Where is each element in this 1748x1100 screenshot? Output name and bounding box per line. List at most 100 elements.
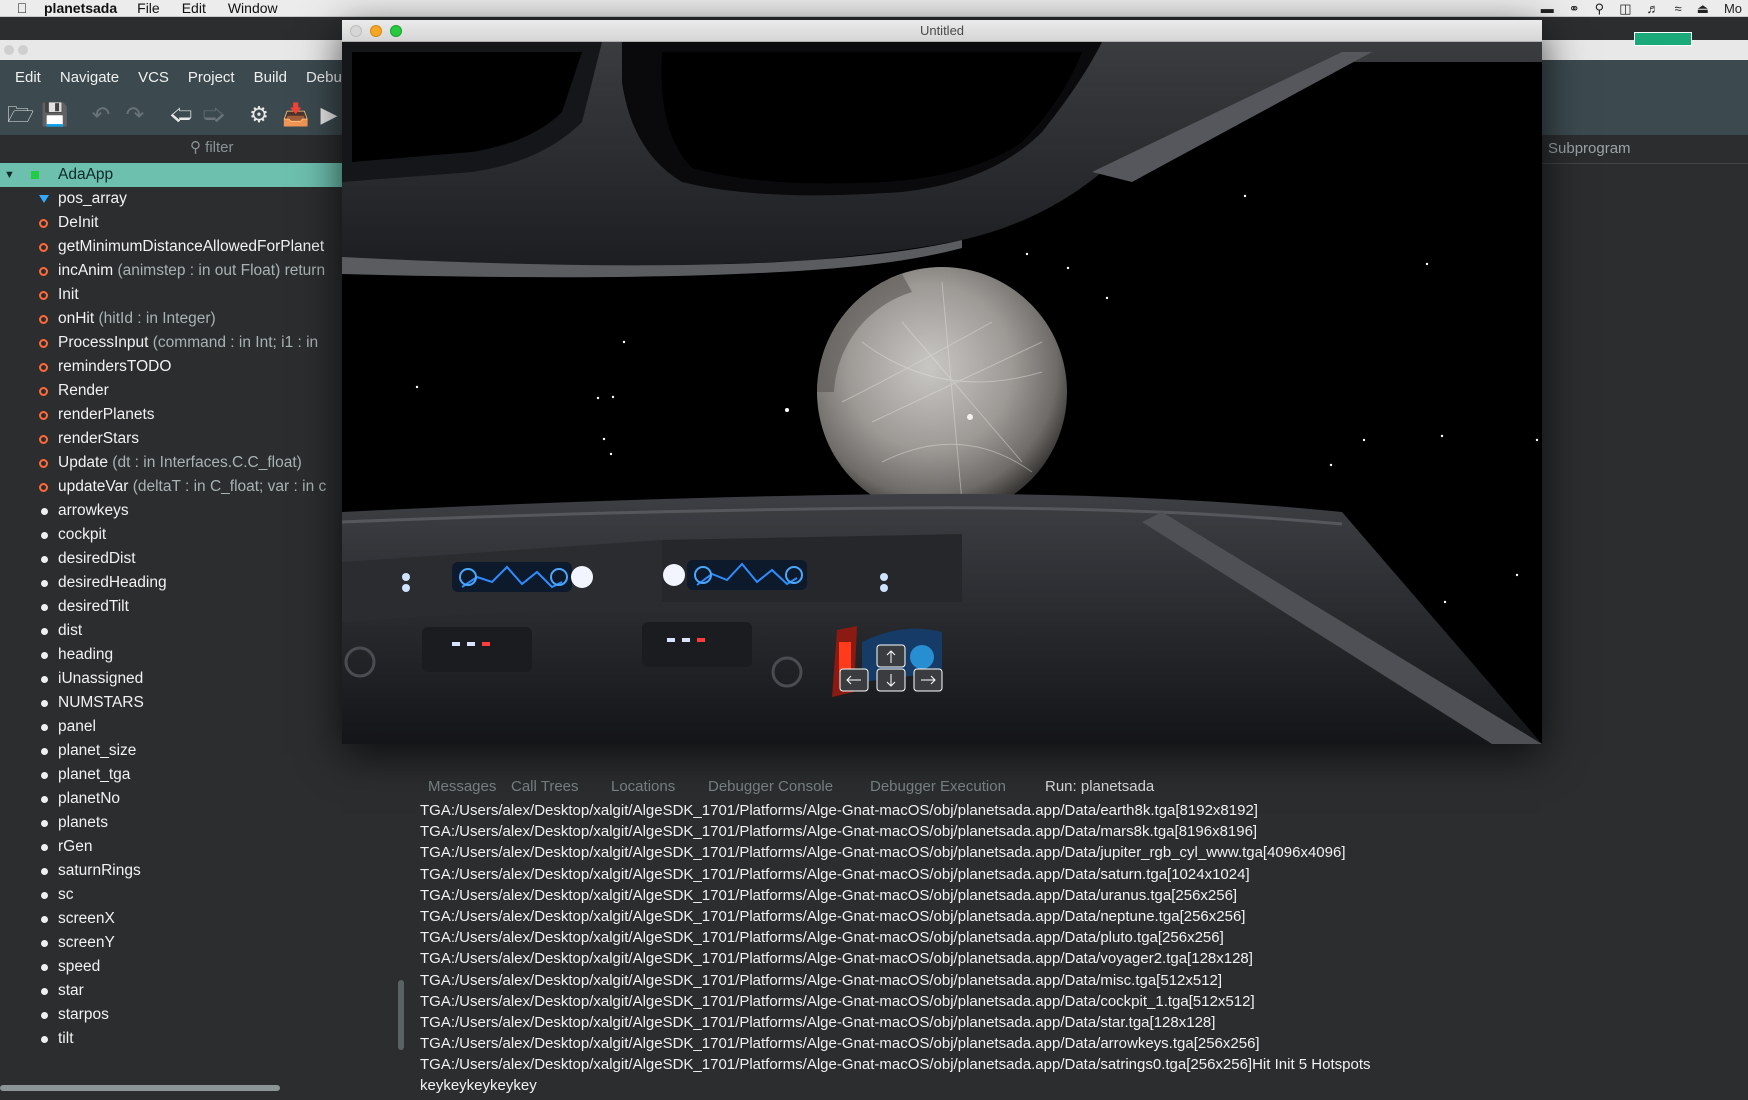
moon xyxy=(817,267,1067,517)
subprogram-icon xyxy=(39,362,48,372)
ide-menu-build[interactable]: Build xyxy=(254,69,287,86)
subprogram-icon xyxy=(39,410,48,420)
tab-messages[interactable]: Messages xyxy=(428,778,496,795)
ide-close-button[interactable] xyxy=(4,45,14,55)
microphone-icon[interactable]: ⚲ xyxy=(1595,1,1605,17)
tab-call-trees[interactable]: Call Trees xyxy=(511,778,579,795)
outline-item[interactable]: starpos xyxy=(0,1003,404,1027)
outline-item-name: Init xyxy=(58,286,79,303)
outline-item[interactable]: rGen xyxy=(0,835,404,859)
subprogram-icon xyxy=(39,338,48,348)
ide-menu-project[interactable]: Project xyxy=(188,69,235,86)
outline-item-label: rGen xyxy=(58,838,92,856)
outline-item-name: getMinimumDistanceAllowedForPlanet xyxy=(58,238,325,255)
undo-icon[interactable]: ↶ xyxy=(88,102,114,128)
redo-icon[interactable]: ↷ xyxy=(122,102,148,128)
outline-item-name: speed xyxy=(58,958,101,975)
variable-icon xyxy=(41,507,48,515)
console-line: TGA:/Users/alex/Desktop/xalgit/AlgeSDK_1… xyxy=(420,886,1238,904)
outline-item-label: iUnassigned xyxy=(58,670,143,688)
subprogram-icon xyxy=(39,218,48,228)
variable-icon xyxy=(41,627,48,635)
save-icon[interactable]: 💾 xyxy=(41,102,68,128)
subprogram-icon xyxy=(39,386,48,396)
outline-item-name: renderPlanets xyxy=(58,406,155,423)
outline-item-label: NUMSTARS xyxy=(58,694,144,712)
menu-edit[interactable]: Edit xyxy=(182,0,206,16)
console-line: TGA:/Users/alex/Desktop/xalgit/AlgeSDK_1… xyxy=(420,802,1258,819)
outline-item-name: incAnim xyxy=(58,262,114,279)
ide-menu-debug[interactable]: Debu xyxy=(306,69,342,86)
ide-menu-navigate[interactable]: Navigate xyxy=(60,69,119,86)
outline-item-name: planetNo xyxy=(58,790,121,807)
outline-item[interactable]: planet_tga xyxy=(0,763,404,787)
outline-item-label: star xyxy=(58,982,84,1000)
ide-toolbar-badge xyxy=(1634,32,1692,46)
back-arrow-icon[interactable]: 🢠 xyxy=(168,102,194,128)
game-zoom-button[interactable] xyxy=(390,25,402,37)
outline-item[interactable]: screenX xyxy=(0,907,404,931)
ide-minimize-button[interactable] xyxy=(18,45,28,55)
outline-item-label: planet_tga xyxy=(58,766,130,784)
tab-run-planetsada[interactable]: Run: planetsada xyxy=(1045,778,1154,795)
expand-triangle-icon[interactable]: ▼ xyxy=(4,169,15,181)
run-console[interactable]: TGA:/Users/alex/Desktop/xalgit/AlgeSDK_1… xyxy=(410,800,1748,1100)
outline-item-label: onHit (hitId : in Integer) xyxy=(58,310,216,328)
variable-icon xyxy=(41,579,48,587)
filter-input[interactable]: ⚲ filter xyxy=(186,138,342,160)
install-icon[interactable]: 📥 xyxy=(282,102,309,128)
tab-locations[interactable]: Locations xyxy=(611,778,675,795)
game-viewport[interactable] xyxy=(342,42,1542,744)
console-line: TGA:/Users/alex/Desktop/xalgit/AlgeSDK_1… xyxy=(420,1035,1260,1053)
console-line: keykeykeykeykey xyxy=(420,1077,537,1095)
variable-icon xyxy=(41,819,48,827)
console-line: TGA:/Users/alex/Desktop/xalgit/AlgeSDK_1… xyxy=(420,1013,1216,1031)
outline-item[interactable]: star xyxy=(0,979,404,1003)
outline-item[interactable]: speed xyxy=(0,955,404,979)
subprogram-icon xyxy=(39,266,48,276)
app-menu[interactable]: planetsada xyxy=(44,0,117,16)
game-titlebar[interactable]: Untitled xyxy=(342,20,1542,42)
outline-item[interactable]: screenY xyxy=(0,931,404,955)
outline-item[interactable]: sc xyxy=(0,883,404,907)
menu-file[interactable]: File xyxy=(137,0,160,16)
outline-item-name: desiredHeading xyxy=(58,574,167,591)
menu-window[interactable]: Window xyxy=(228,0,278,16)
game-window-title: Untitled xyxy=(919,23,965,38)
open-folder-icon[interactable]: 🗁 xyxy=(7,102,34,128)
outline-root-label: AdaApp xyxy=(58,166,114,183)
variable-icon xyxy=(41,795,48,803)
build-gear-icon[interactable]: ⚙ xyxy=(246,102,272,128)
tab-debugger-console[interactable]: Debugger Console xyxy=(708,778,833,795)
wifi-icon[interactable]: ≈ xyxy=(1675,1,1682,16)
outline-horizontal-scrollbar[interactable] xyxy=(0,1085,280,1091)
run-icon[interactable]: ▶ xyxy=(316,102,342,128)
clock[interactable]: Mo xyxy=(1724,1,1742,16)
creative-cloud-icon[interactable]: ⚭ xyxy=(1569,1,1580,17)
variable-icon xyxy=(41,675,48,683)
forward-arrow-icon[interactable]: 🢡 xyxy=(201,102,227,128)
apple-menu-icon[interactable]:  xyxy=(0,0,44,16)
subprogram-header-label: Subprogram xyxy=(1548,140,1631,157)
search-icon: ⚲ xyxy=(190,139,201,156)
display-mirroring-icon[interactable]: ◫ xyxy=(1619,1,1631,17)
tab-debugger-execution[interactable]: Debugger Execution xyxy=(870,778,1006,795)
console-line: TGA:/Users/alex/Desktop/xalgit/AlgeSDK_1… xyxy=(420,971,1223,989)
subprogram-column-header[interactable]: Subprogram xyxy=(1540,134,1748,164)
outline-item-label: screenX xyxy=(58,910,115,928)
eject-icon[interactable]: ⏏ xyxy=(1697,1,1709,17)
outline-item[interactable]: saturnRings xyxy=(0,859,404,883)
volume-icon[interactable]: ♬ xyxy=(1647,1,1660,16)
outline-item[interactable]: planets xyxy=(0,811,404,835)
outline-item-label: remindersTODO xyxy=(58,358,171,376)
outline-item[interactable]: planetNo xyxy=(0,787,404,811)
battery-icon[interactable]: ▬ xyxy=(1541,1,1554,16)
game-minimize-button[interactable] xyxy=(370,25,382,37)
panel-vertical-scrollbar[interactable] xyxy=(398,980,404,1050)
ide-menu-edit[interactable]: Edit xyxy=(15,69,41,86)
ide-menu-vcs[interactable]: VCS xyxy=(138,69,169,86)
outline-item-name: Update xyxy=(58,454,108,471)
console-line: TGA:/Users/alex/Desktop/xalgit/AlgeSDK_1… xyxy=(420,907,1246,925)
game-close-button[interactable] xyxy=(350,25,362,37)
outline-item[interactable]: tilt xyxy=(0,1027,404,1043)
